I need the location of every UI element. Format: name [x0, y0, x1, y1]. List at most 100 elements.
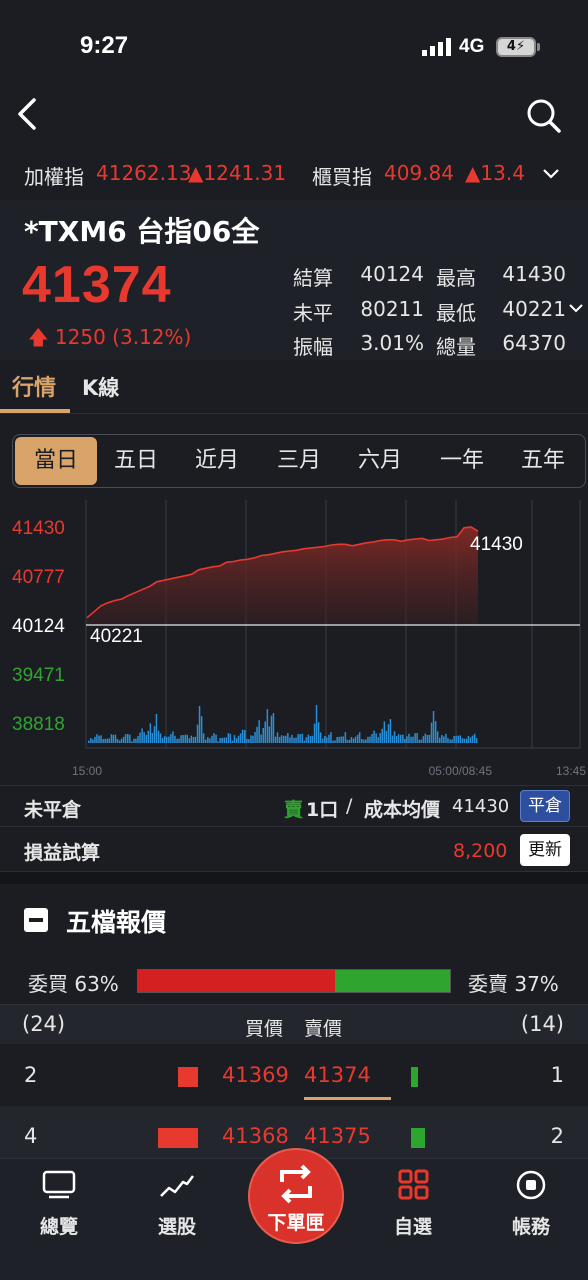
chevron-down-icon[interactable]	[540, 162, 562, 184]
chevron-down-icon[interactable]	[566, 298, 586, 318]
volume-bar	[122, 736, 125, 743]
volume-bar	[127, 734, 129, 743]
period-3m[interactable]: 三月	[258, 435, 340, 487]
volume-bar	[155, 714, 158, 743]
volume-bar	[332, 740, 334, 743]
volume-bar	[141, 728, 143, 743]
ask-price-header: 賣價	[304, 1018, 343, 1040]
nav-overview-label: 總覽	[39, 1216, 78, 1238]
volume-bar	[326, 737, 328, 743]
volume-bar	[443, 736, 445, 743]
y-tick-label: 40777	[12, 567, 65, 588]
volume-bar	[264, 721, 266, 743]
y-tick-label: 39471	[12, 665, 65, 686]
stat-label-open-interest: 未平	[293, 301, 333, 325]
order-button[interactable]: 下單匣	[248, 1148, 344, 1244]
nav-account[interactable]: 帳務	[486, 1168, 576, 1239]
stat-settle: 40124	[360, 262, 424, 286]
volume-bar	[131, 741, 133, 743]
volume-bar	[229, 733, 232, 743]
pnl-value: 8,200	[453, 840, 508, 862]
stat-volume: 64370	[502, 331, 566, 355]
volume-bar	[309, 736, 312, 743]
position-side: 賣	[284, 799, 304, 821]
refresh-button[interactable]: 更新	[520, 834, 570, 866]
status-bar: 9:27 4G 4⚡	[0, 0, 588, 90]
low-label: 40221	[90, 626, 143, 647]
volume-bar	[344, 732, 347, 743]
period-5d[interactable]: 五日	[95, 435, 177, 487]
volume-bar	[375, 733, 377, 743]
index-ticker[interactable]: 加權指 41262.13 ▲1241.31 櫃買指 409.84 ▲13.4	[0, 155, 588, 195]
volume-bar	[272, 713, 275, 743]
volume-bar	[334, 740, 336, 743]
nav-screener[interactable]: 選股	[132, 1168, 222, 1239]
volume-bar	[225, 737, 227, 743]
volume-bar	[153, 726, 156, 743]
period-1y[interactable]: 一年	[421, 435, 503, 487]
tab-quote[interactable]: 行情	[12, 370, 56, 402]
volume-bar	[469, 737, 472, 743]
bid-price-header: 買價	[245, 1018, 284, 1040]
volume-bar	[358, 732, 361, 743]
position-qty: 1口	[306, 799, 339, 821]
orderbook-row[interactable]: 2 41369 41374 1	[0, 1045, 588, 1105]
divider	[0, 413, 588, 414]
back-icon[interactable]	[14, 96, 44, 132]
volume-bar	[202, 733, 205, 743]
collapse-icon[interactable]	[24, 908, 48, 932]
volume-bar	[260, 734, 262, 743]
volume-bar	[408, 733, 410, 743]
last-trade-marker	[304, 1097, 391, 1100]
volume-bar	[223, 737, 225, 743]
nav-watchlist-label: 自選	[393, 1216, 432, 1238]
volume-bar	[397, 734, 400, 743]
volume-bar	[211, 735, 213, 743]
volume-bar	[295, 737, 297, 743]
volume-bar	[441, 735, 443, 743]
volume-bar	[430, 722, 433, 743]
volume-bar	[319, 732, 322, 743]
position-row: 未平倉 賣 1口 / 成本均價 41430	[0, 785, 588, 827]
volume-bar	[459, 735, 461, 743]
volume-bar	[381, 728, 383, 743]
volume-bar	[246, 738, 248, 743]
volume-bar	[305, 737, 308, 743]
cost-value: 41430	[452, 796, 510, 817]
volume-bar	[100, 735, 102, 743]
volume-bar	[182, 735, 184, 743]
bid-volume-bar	[158, 1128, 198, 1148]
volume-bar	[461, 738, 464, 743]
period-5y[interactable]: 五年	[502, 435, 584, 487]
volume-bar	[285, 735, 287, 743]
nav-overview[interactable]: 總覽	[14, 1168, 104, 1239]
volume-bar	[385, 730, 388, 743]
period-6m[interactable]: 六月	[339, 435, 421, 487]
volume-bar	[400, 734, 402, 743]
volume-bar	[406, 736, 408, 743]
tab-kline[interactable]: K線	[82, 372, 119, 402]
period-1m[interactable]: 近月	[176, 435, 258, 487]
search-icon[interactable]	[524, 96, 564, 136]
position-label: 未平倉	[24, 799, 82, 821]
volume-bar	[465, 738, 468, 743]
volume-bar	[439, 737, 441, 743]
volume-bar	[315, 705, 318, 743]
volume-bar	[293, 737, 295, 743]
nav-watchlist[interactable]: 自選	[368, 1168, 458, 1239]
volume-bar	[256, 726, 258, 743]
volume-bar	[346, 739, 349, 743]
period-today[interactable]: 當日	[15, 437, 97, 485]
taiex-label: 加權指	[24, 165, 84, 189]
volume-bar	[248, 739, 250, 743]
intraday-chart[interactable]: 41430 40777 40124 39471 38818 41430 40221 15:00…	[0, 495, 588, 780]
volume-bar	[342, 736, 344, 743]
volume-bar	[96, 734, 98, 743]
y-tick-label: 40124	[12, 616, 65, 637]
volume-bar	[283, 735, 285, 743]
pnl-label: 損益試算	[24, 842, 101, 864]
volume-bar	[280, 735, 283, 743]
volume-bar	[231, 740, 234, 743]
close-position-button[interactable]: 平倉	[520, 790, 570, 822]
volume-bar	[262, 728, 264, 743]
